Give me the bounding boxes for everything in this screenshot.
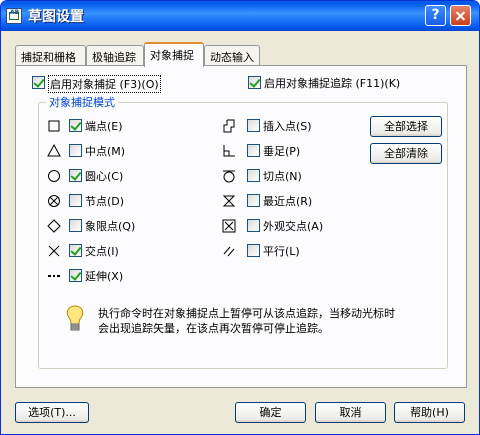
osnap-right-checkbox-0[interactable] (247, 119, 260, 132)
osnap-right-checkbox-5[interactable] (247, 244, 260, 257)
tangent-icon (223, 170, 235, 183)
osnap-right-label-1[interactable]: 垂足(P) (263, 143, 300, 159)
osnap-modes-title: 对象捕捉模式 (46, 94, 118, 110)
osnap-right-label-5[interactable]: 平行(L) (263, 243, 300, 259)
osnap-left-label-3[interactable]: 节点(D) (85, 193, 124, 209)
node-icon (48, 195, 60, 207)
select-all-button[interactable]: 全部选择 (370, 116, 442, 137)
osnap-left-label-5[interactable]: 交点(I) (85, 243, 119, 259)
tab-polar-tracking[interactable]: 极轴追踪 (86, 45, 144, 65)
nearest-icon (222, 195, 236, 207)
osnap-right-label-3[interactable]: 最近点(R) (263, 193, 312, 209)
osnap-right-label-2[interactable]: 切点(N) (263, 168, 302, 184)
title-bar[interactable]: AB 草图设置 ? (1, 1, 479, 31)
osnap-left-checkbox-4[interactable] (69, 219, 82, 232)
lightbulb-icon (66, 305, 84, 331)
osnap-left-label-2[interactable]: 圆心(C) (85, 168, 123, 184)
midpoint-icon (47, 143, 61, 157)
osnap-right-checkbox-3[interactable] (247, 194, 260, 207)
osnap-right-label-0[interactable]: 插入点(S) (263, 118, 312, 134)
osnap-left-label-0[interactable]: 端点(E) (85, 118, 123, 134)
dialog-window: AB 草图设置 ? 捕捉和栅格 极轴追踪 对象捕捉 动态输入 启用对象捕捉 (F… (0, 0, 480, 435)
close-button[interactable] (450, 5, 471, 26)
cancel-button[interactable]: 取消 (315, 402, 386, 423)
osnap-left-label-6[interactable]: 延伸(X) (85, 268, 123, 284)
osnap-left-checkbox-1[interactable] (69, 144, 82, 157)
clear-all-button[interactable]: 全部清除 (370, 143, 442, 164)
apparent-intersection-icon (222, 219, 236, 233)
help-title-button[interactable]: ? (425, 5, 446, 26)
osnap-left-checkbox-2[interactable] (69, 169, 82, 182)
quadrant-icon (47, 219, 61, 233)
osnap-right-checkbox-4[interactable] (247, 219, 260, 232)
intersection-icon (48, 245, 60, 257)
tab-object-snap[interactable]: 对象捕捉 (144, 42, 204, 67)
perpendicular-icon (223, 145, 235, 157)
options-button[interactable]: 选项(T)... (15, 402, 89, 423)
center-icon (48, 170, 60, 182)
enable-osnap-label[interactable]: 启用对象捕捉 (F3)(O) (48, 75, 161, 93)
ok-button[interactable]: 确定 (235, 402, 306, 423)
tab-snap-grid[interactable]: 捕捉和栅格 (15, 45, 86, 65)
osnap-left-checkbox-5[interactable] (69, 244, 82, 257)
osnap-left-checkbox-3[interactable] (69, 194, 82, 207)
hint-line-1: 执行命令时在对象捕捉点上暂停可从该点追踪，当移动光标时 (98, 307, 395, 320)
enable-osnap-tracking-label[interactable]: 启用对象捕捉追踪 (F11)(K) (264, 75, 400, 91)
window-title: 草图设置 (28, 9, 84, 25)
osnap-left-checkbox-0[interactable] (69, 119, 82, 132)
osnap-left-checkbox-6[interactable] (69, 269, 82, 282)
hint-line-2: 会出现追踪矢量，在该点再次暂停可停止追踪。 (98, 322, 329, 335)
osnap-left-label-1[interactable]: 中点(M) (85, 143, 125, 159)
help-button[interactable]: 帮助(H) (394, 402, 465, 423)
parallel-icon (223, 246, 235, 257)
tab-panel: 启用对象捕捉 (F3)(O) 启用对象捕捉追踪 (F11)(K) 对象捕捉模式 … (15, 65, 467, 388)
hint-text: 执行命令时在对象捕捉点上暂停可从该点追踪，当移动光标时 会出现追踪矢量，在该点再… (98, 306, 428, 336)
extension-icon (48, 275, 60, 277)
enable-osnap-tracking-checkbox[interactable] (248, 76, 261, 89)
osnap-right-label-4[interactable]: 外观交点(A) (263, 218, 323, 234)
osnap-right-checkbox-2[interactable] (247, 169, 260, 182)
app-icon: AB (6, 8, 22, 24)
enable-osnap-checkbox[interactable] (32, 76, 45, 89)
endpoint-icon (48, 120, 60, 132)
osnap-left-label-4[interactable]: 象限点(Q) (85, 218, 135, 234)
insertion-icon (223, 119, 235, 133)
osnap-right-checkbox-1[interactable] (247, 144, 260, 157)
tab-dynamic-input[interactable]: 动态输入 (204, 45, 260, 65)
